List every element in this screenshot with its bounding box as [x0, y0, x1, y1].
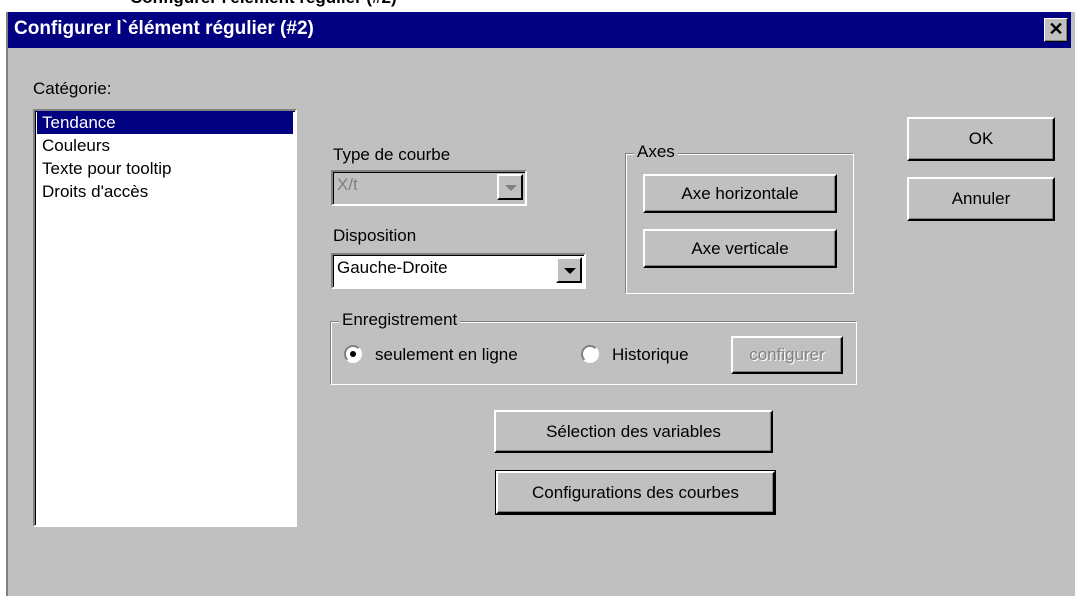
close-icon: ✕ — [1048, 19, 1064, 39]
ok-label: OK — [968, 129, 994, 148]
window-title: Configurer l`élément régulier (#2) — [14, 18, 314, 39]
configure-button[interactable]: configurer — [731, 336, 843, 374]
select-variables-label: Sélection des variables — [546, 421, 721, 441]
disposition-label: Disposition — [333, 226, 417, 245]
category-label: Catégorie: — [33, 79, 112, 98]
curve-config-button[interactable]: Configurations des courbes — [495, 470, 776, 515]
history-radio[interactable] — [581, 345, 599, 363]
curve-type-dropdown[interactable]: X/t — [331, 170, 527, 206]
recording-legend: Enregistrement — [339, 310, 461, 330]
background-window-title: Configurer l'élément régulier (#2) — [130, 0, 397, 8]
select-variables-button[interactable]: Sélection des variables — [494, 410, 773, 453]
online-radio-label[interactable]: seulement en ligne — [375, 345, 518, 365]
category-listbox[interactable]: Tendance Couleurs Texte pour tooltip Dro… — [33, 109, 297, 527]
configure-label: configurer — [749, 345, 825, 364]
cancel-label: Annuler — [951, 189, 1011, 208]
curve-type-label: Type de courbe — [333, 145, 451, 164]
chevron-down-icon[interactable] — [497, 174, 523, 200]
history-radio-label[interactable]: Historique — [612, 345, 689, 365]
vertical-axis-button[interactable]: Axe verticale — [643, 229, 837, 268]
window-left-border — [0, 12, 8, 596]
cancel-button[interactable]: Annuler — [907, 177, 1055, 221]
horizontal-axis-label: Axe horizontale — [681, 183, 799, 203]
axes-legend: Axes — [634, 142, 678, 162]
list-item-tooltip[interactable]: Texte pour tooltip — [37, 157, 293, 180]
close-button[interactable]: ✕ — [1044, 18, 1068, 42]
chevron-down-icon[interactable] — [556, 257, 582, 283]
curve-type-value: X/t — [337, 175, 358, 194]
vertical-axis-label: Axe verticale — [691, 238, 789, 258]
ok-button[interactable]: OK — [907, 117, 1055, 161]
disposition-value: Gauche-Droite — [337, 258, 448, 277]
disposition-dropdown[interactable]: Gauche-Droite — [331, 253, 586, 289]
list-item-access-rights[interactable]: Droits d'accès — [37, 180, 293, 203]
list-item-tendance[interactable]: Tendance — [37, 111, 293, 134]
list-item-couleurs[interactable]: Couleurs — [37, 134, 293, 157]
background-window-strip: Configurer l'élément régulier (#2) — [0, 0, 1075, 12]
title-bar[interactable]: Configurer l`élément régulier (#2) ✕ — [8, 12, 1071, 48]
online-radio[interactable] — [344, 345, 362, 363]
curve-config-label: Configurations des courbes — [532, 482, 739, 502]
horizontal-axis-button[interactable]: Axe horizontale — [643, 174, 837, 213]
